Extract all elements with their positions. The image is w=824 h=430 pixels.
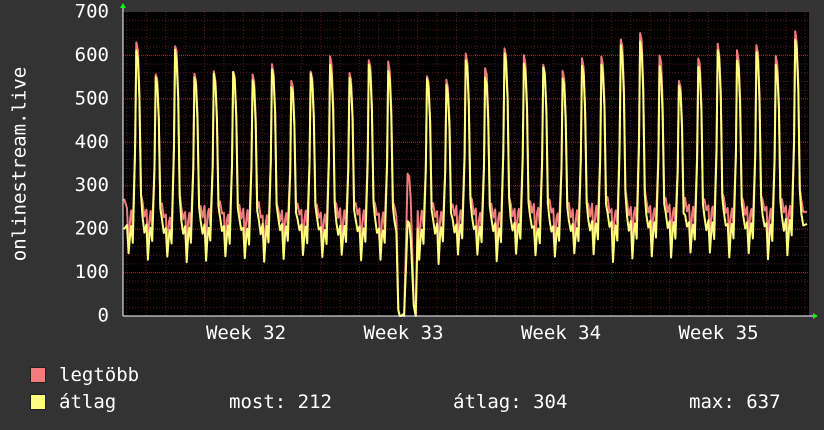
y-tick-label: 0: [98, 305, 109, 327]
y-tick-label: 300: [75, 174, 109, 196]
x-tick-label: Week 34: [521, 322, 601, 344]
legend-item-max: legtöbb: [30, 364, 139, 386]
stat-average: átlag: 304: [453, 391, 568, 413]
y-tick-label: 400: [75, 131, 109, 153]
y-tick-label: 700: [75, 1, 109, 23]
legend-item-average: átlag: [30, 391, 116, 413]
stat-max: max: 637: [689, 391, 781, 413]
x-tick-label: Week 33: [363, 322, 443, 344]
legend-label-max: legtöbb: [59, 364, 140, 386]
x-tick-label: Week 35: [678, 322, 758, 344]
y-tick-label: 100: [75, 261, 109, 283]
line-chart: 0 100 200 300 400 500 600 700 Week 32 Week 33 Week…: [9, 1, 818, 344]
legend-swatch-max: [30, 367, 46, 383]
legend-label-average: átlag: [59, 391, 117, 413]
legend-swatch-average: [30, 394, 46, 410]
y-axis-arrow: [120, 3, 126, 8]
stat-current: most: 212: [229, 391, 332, 413]
y-tick-label: 600: [75, 44, 109, 66]
x-tick-label: Week 32: [206, 322, 286, 344]
y-tick-label: 500: [75, 87, 109, 109]
y-axis-label: onlinestream.live: [9, 67, 31, 261]
x-axis-arrow: [813, 313, 818, 319]
y-tick-label: 200: [75, 218, 109, 240]
